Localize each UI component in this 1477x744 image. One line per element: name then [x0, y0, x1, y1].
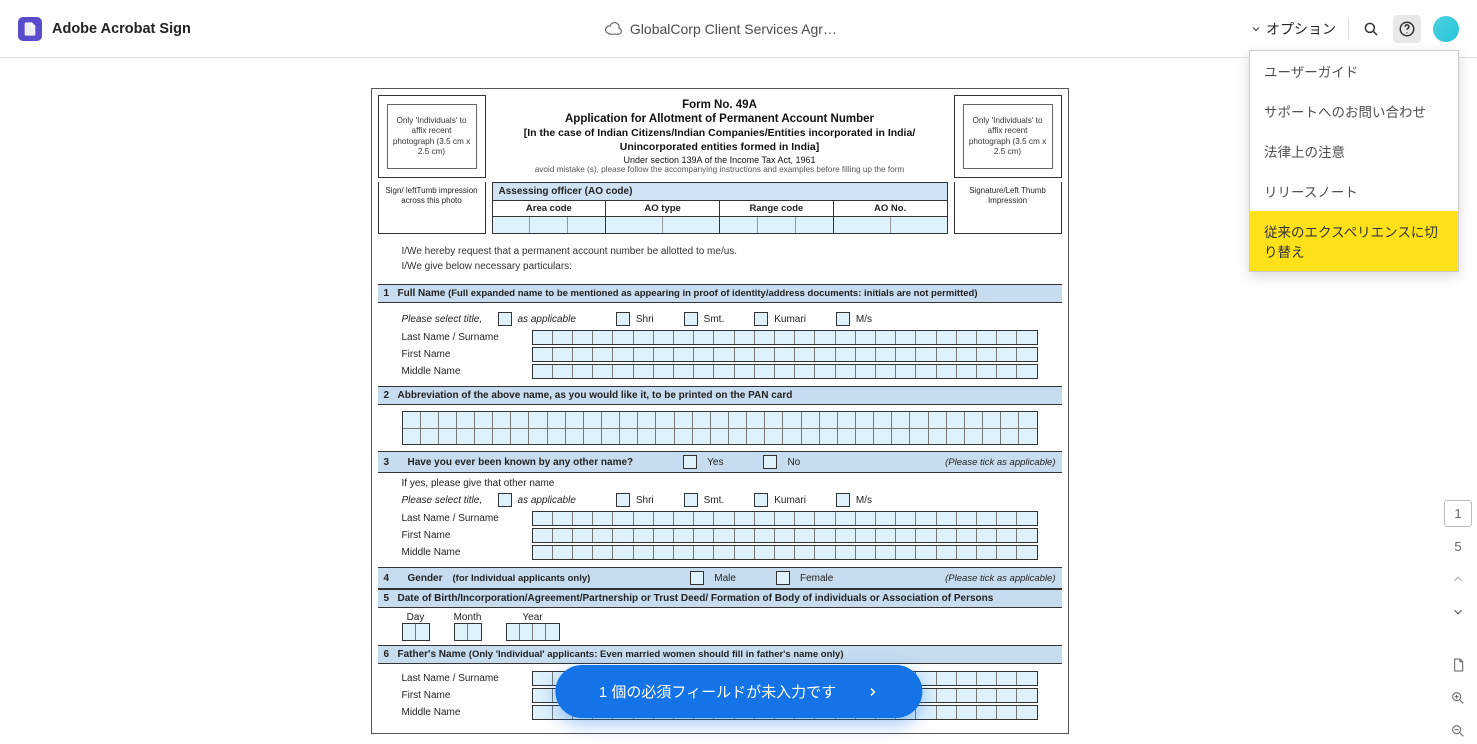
page-up-button[interactable]: [1444, 566, 1472, 593]
chevron-up-icon: [1451, 572, 1465, 586]
divider: [1348, 18, 1349, 40]
app-name: Adobe Acrobat Sign: [52, 21, 191, 37]
title2-check-ms[interactable]: [836, 493, 850, 507]
document-title-bar: GlobalCorp Client Services Agr…: [604, 20, 837, 38]
sign-caption-right: Signature/Left Thumb Impression: [954, 182, 1062, 234]
dob-month-input[interactable]: [454, 623, 482, 641]
alt-last-name-input[interactable]: [532, 511, 1038, 526]
title2-check-kumari[interactable]: [754, 493, 768, 507]
alt-middle-name-input[interactable]: [532, 545, 1038, 560]
ao-input-type[interactable]: [606, 217, 719, 233]
header-left: Adobe Acrobat Sign: [18, 17, 191, 41]
header-right: オプション: [1250, 15, 1459, 43]
section-6-header: 6Father's Name (Only 'Individual' applic…: [378, 645, 1062, 664]
title-check-applicable[interactable]: [498, 312, 512, 326]
ao-col-range: Range code: [720, 201, 833, 217]
gender-male[interactable]: [690, 571, 704, 585]
last-name-input[interactable]: [532, 330, 1038, 345]
cloud-icon: [604, 20, 622, 38]
help-item-release[interactable]: リリースノート: [1250, 171, 1458, 211]
options-label: オプション: [1266, 19, 1336, 39]
chevron-down-icon: [1250, 23, 1262, 35]
first-name-input[interactable]: [532, 347, 1038, 362]
document-viewport: Only 'Individuals' to affix recent photo…: [0, 58, 1439, 744]
form-subtitle1: [In the case of Indian Citizens/Indian C…: [498, 127, 942, 139]
document-title: GlobalCorp Client Services Agr…: [630, 21, 837, 37]
cta-text: 1 個の必須フィールドが未入力です: [599, 681, 836, 702]
ao-col-area: Area code: [493, 201, 606, 217]
dob-row: Day Month Year: [378, 608, 1062, 645]
form-title: Application for Allotment of Permanent A…: [498, 113, 942, 125]
dob-year-input[interactable]: [506, 623, 560, 641]
page-icon: [1450, 657, 1466, 673]
ao-block: Assessing officer (AO code) Area code AO…: [492, 182, 948, 234]
help-item-user-guide[interactable]: ユーザーガイド: [1250, 51, 1458, 91]
ao-col-no: AO No.: [834, 201, 947, 217]
chevron-down-icon: [1451, 605, 1465, 619]
page-down-button[interactable]: [1444, 599, 1472, 626]
help-button[interactable]: [1393, 15, 1421, 43]
options-dropdown[interactable]: オプション: [1250, 19, 1336, 39]
photo-box-right: Only 'Individuals' to affix recent photo…: [954, 95, 1062, 178]
required-fields-button[interactable]: 1 個の必須フィールドが未入力です: [555, 665, 922, 718]
pan-abbrev-input[interactable]: [402, 411, 1038, 445]
help-menu: ユーザーガイド サポートへのお問い合わせ 法律上の注意 リリースノート 従来のエ…: [1249, 50, 1459, 272]
zoom-out-icon: [1450, 723, 1466, 739]
search-button[interactable]: [1361, 19, 1381, 39]
sign-caption-left: Sign/ leftTumb impression across this ph…: [378, 182, 486, 234]
page-total: 5: [1444, 533, 1472, 560]
title-check-ms[interactable]: [836, 312, 850, 326]
title-check-shri[interactable]: [616, 312, 630, 326]
title2-check-shri[interactable]: [616, 493, 630, 507]
form-header: Form No. 49A Application for Allotment o…: [492, 95, 948, 178]
photo-box-left: Only 'Individuals' to affix recent photo…: [378, 95, 486, 178]
other-name-yes[interactable]: [683, 455, 697, 469]
dob-day-input[interactable]: [402, 623, 430, 641]
app-logo-icon: [18, 17, 42, 41]
zoom-out-button[interactable]: [1444, 717, 1472, 744]
help-item-legal[interactable]: 法律上の注意: [1250, 131, 1458, 171]
section-2-header: 2Abbreviation of the above name, as you …: [378, 386, 1062, 405]
help-item-classic[interactable]: 従来のエクスペリエンスに切り替え: [1250, 211, 1458, 271]
title2-check-smt[interactable]: [684, 493, 698, 507]
page-current[interactable]: 1: [1444, 500, 1472, 527]
if-yes-text: If yes, please give that other name: [402, 478, 1038, 489]
document-page: Only 'Individuals' to affix recent photo…: [371, 88, 1069, 744]
other-name-no[interactable]: [763, 455, 777, 469]
ao-input-no[interactable]: [834, 217, 947, 233]
form-subtitle2: Unincorporated entities formed in India]: [498, 141, 942, 153]
help-item-contact[interactable]: サポートへのお問い合わせ: [1250, 91, 1458, 131]
ao-col-type: AO type: [606, 201, 719, 217]
title2-check-applicable[interactable]: [498, 493, 512, 507]
fit-page-button[interactable]: [1444, 651, 1472, 678]
ao-header: Assessing officer (AO code): [492, 182, 948, 201]
chevron-right-icon: [866, 686, 878, 698]
gender-female[interactable]: [776, 571, 790, 585]
photo-note-right: Only 'Individuals' to affix recent photo…: [963, 104, 1053, 169]
ao-table: Area code AO type Range code AO No.: [492, 201, 948, 234]
section-1-header: 1Full Name (Full expanded name to be men…: [378, 284, 1062, 303]
section-3-header: 3Have you ever been known by any other n…: [378, 451, 1062, 473]
help-icon: [1398, 20, 1416, 38]
title-check-smt[interactable]: [684, 312, 698, 326]
zoom-in-icon: [1450, 690, 1466, 706]
user-avatar[interactable]: [1433, 16, 1459, 42]
request-text: I/We hereby request that a permanent acc…: [378, 234, 1062, 284]
section-5-header: 5Date of Birth/Incorporation/Agreement/P…: [378, 589, 1062, 608]
form-avoid: avoid mistake (s), please follow the acc…: [498, 165, 942, 174]
ao-input-area[interactable]: [493, 217, 606, 233]
form-under: Under section 139A of the Income Tax Act…: [498, 155, 942, 165]
middle-name-input[interactable]: [532, 364, 1038, 379]
photo-note-left: Only 'Individuals' to affix recent photo…: [387, 104, 477, 169]
ao-input-range[interactable]: [720, 217, 833, 233]
zoom-in-button[interactable]: [1444, 684, 1472, 711]
title-select-row: Please select title, as applicable Shri …: [402, 312, 1038, 326]
title-select-row-2: Please select title, as applicable Shri …: [402, 493, 1038, 507]
form-number: Form No. 49A: [498, 99, 942, 111]
search-icon: [1362, 20, 1380, 38]
title-check-kumari[interactable]: [754, 312, 768, 326]
alt-first-name-input[interactable]: [532, 528, 1038, 543]
section-4-header: 4Gender (for Individual applicants only)…: [378, 567, 1062, 589]
